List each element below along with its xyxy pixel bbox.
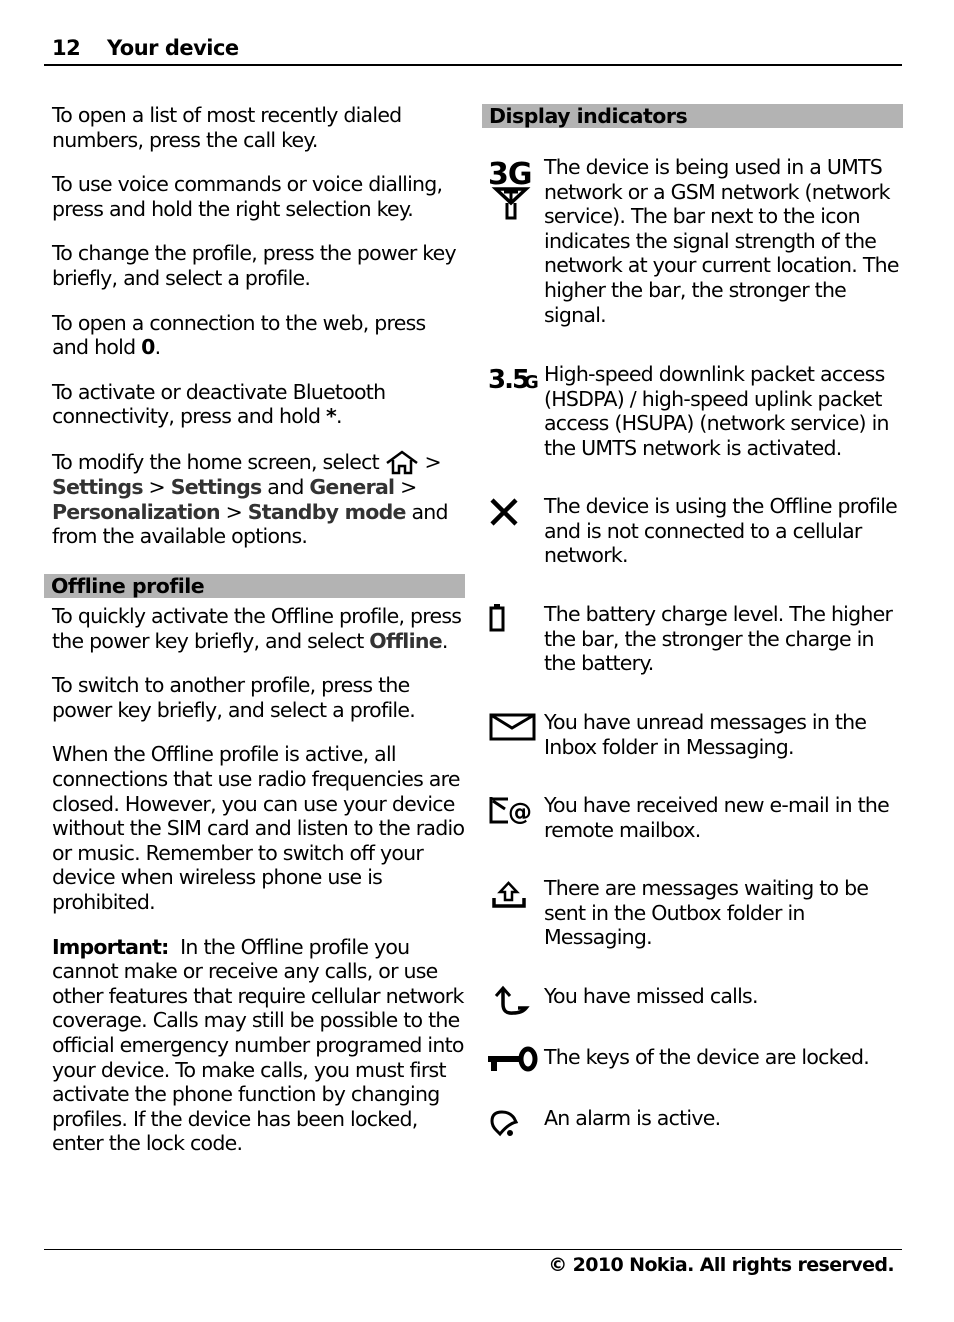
text: To modify the home screen, select [52,449,385,474]
page-header: 12 Your device [44,34,902,66]
3-5g-icon: 3.5 G [488,362,540,412]
indicator-text: The device is using the Offline profile … [544,494,898,568]
paragraph-bluetooth: To activate or deactivate Bluetooth conn… [52,380,466,429]
svg-text:@: @ [508,798,532,826]
outbox-icon [488,876,540,926]
page-number: 12 [52,36,81,60]
menu-standby-mode: Standby mode [247,499,407,524]
paragraph-important: Important: In the Offline profile you ca… [52,935,466,1156]
important-text: In the Offline profile you cannot make o… [52,934,464,1156]
menu-general: General [309,474,395,499]
text: > [394,474,417,499]
paragraph-offline-active: When the Offline profile is active, all … [52,742,465,914]
indicator-text: High-speed downlink packet access (HSDPA… [544,362,890,460]
svg-text:3.5: 3.5 [488,365,529,395]
key-lock-icon [486,1045,538,1095]
indicators-list: 3G The device is being used in a UMTS ne… [482,155,903,1155]
paragraph-activate-offline: To quickly activate the Offline profile,… [52,604,466,653]
battery-icon [488,602,540,652]
text: > [142,474,171,499]
left-column: To open a list of most recently dialed n… [52,103,466,549]
indicator-text: The keys of the device are locked. [544,1045,870,1069]
text: To open a connection to the web, press a… [52,310,426,360]
email-at-icon: @ [488,793,540,843]
offline-x-icon [488,494,540,544]
key-zero: 0 [141,335,155,360]
indicator-text: The battery charge level. The higher the… [544,602,893,676]
offline-section-body: To quickly activate the Offline profile,… [52,604,466,1156]
indicator-text: You have unread messages in the Inbox fo… [544,710,867,759]
text: . [441,628,449,653]
section-heading-display-indicators: Display indicators [482,104,903,128]
paragraph-web-connection: To open a connection to the web, press a… [52,311,466,360]
menu-settings: Settings [52,474,144,499]
text: . [154,335,162,360]
chapter-title: Your device [107,36,239,60]
paragraph-home-screen: To modify the home screen, select > Sett… [52,449,466,549]
svg-text:G: G [524,372,539,393]
svg-text:3G: 3G [488,157,532,192]
menu-settings-sub: Settings [170,474,263,499]
indicator-text: You have missed calls. [544,984,759,1008]
text: . [336,404,343,429]
section-heading-offline-profile: Offline profile [44,574,465,598]
copyright-notice: © 2010 Nokia. All rights reserved. [548,1254,894,1276]
missed-call-icon [488,984,540,1034]
paragraph-recent-dialed: To open a list of most recently dialed n… [52,103,402,152]
paragraph-voice-commands: To use voice commands or voice dialling,… [52,172,443,221]
text: > [219,499,248,524]
page-footer: © 2010 Nokia. All rights reserved. [44,1249,902,1276]
paragraph-change-profile: To change the profile, press the power k… [52,241,457,290]
key-star: * [326,404,337,429]
envelope-icon [488,710,540,760]
menu-personalization: Personalization [52,499,221,524]
home-icon [385,449,419,475]
3g-signal-icon: 3G [488,155,540,220]
text: > [418,449,442,474]
indicator-text: You have received new e-mail in the remo… [544,793,890,842]
indicator-text: An alarm is active. [544,1106,721,1130]
indicator-text: The device is being used in a UMTS netwo… [544,155,899,327]
menu-offline: Offline [369,628,442,653]
indicator-text: There are messages waiting to be sent in… [544,876,869,950]
alarm-bell-icon [488,1106,540,1156]
important-label: Important: [52,934,169,959]
paragraph-switch-profile: To switch to another profile, press the … [52,673,416,722]
text: and [261,474,310,499]
